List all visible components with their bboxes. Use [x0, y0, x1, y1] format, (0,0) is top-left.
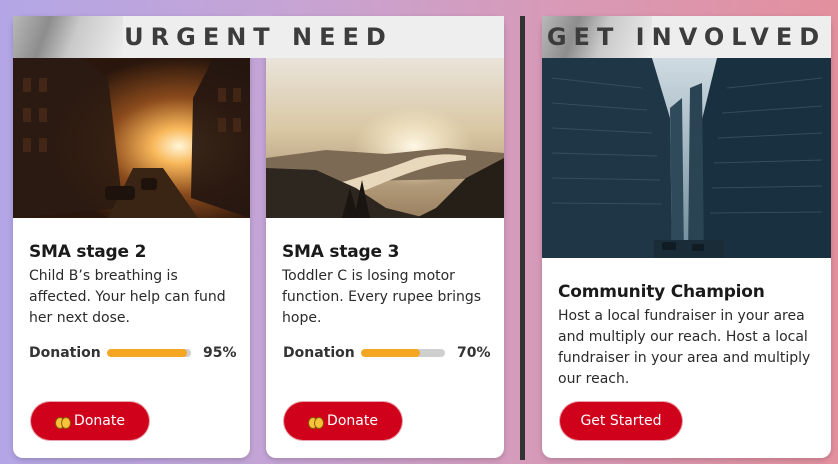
- donation-percent: 70%: [457, 345, 491, 361]
- donation-card-sma-stage-3: SMA stage 3 Toddler C is losing motor fu…: [266, 16, 504, 458]
- card-description: Host a local fundraiser in your area and…: [558, 308, 811, 387]
- section-title: GET INVOLVED: [546, 23, 827, 51]
- donate-button[interactable]: Donate: [31, 402, 149, 440]
- card-description: Child B’s breathing is affected. Your he…: [29, 268, 226, 326]
- coins-icon: [55, 415, 72, 429]
- card-title: Community Champion: [558, 282, 765, 302]
- donate-button-label: Donate: [327, 413, 378, 429]
- card-title: SMA stage 3: [282, 242, 400, 262]
- section-header-urgent-need: URGENT NEED: [13, 16, 504, 58]
- section-divider: [520, 16, 525, 460]
- donation-progress-fill: [361, 349, 420, 357]
- card-title: SMA stage 2: [29, 242, 147, 262]
- section-title: URGENT NEED: [124, 23, 393, 51]
- donation-progress-bar: [107, 349, 191, 357]
- donate-button-label: Donate: [74, 413, 125, 429]
- donation-progress-fill: [107, 349, 187, 357]
- donation-label: Donation: [29, 345, 101, 361]
- valley-sunrise-image: [266, 58, 504, 218]
- donation-label: Donation: [283, 345, 355, 361]
- skyscrapers-image: [542, 58, 831, 258]
- city-sunset-image: [13, 58, 250, 218]
- donation-card-sma-stage-2: SMA stage 2 Child B’s breathing is affec…: [13, 16, 250, 458]
- donation-progress-bar: [361, 349, 445, 357]
- get-started-button[interactable]: Get Started: [560, 402, 682, 440]
- card-description: Toddler C is losing motor function. Ever…: [282, 268, 482, 326]
- community-champion-card: Community Champion Host a local fundrais…: [542, 16, 831, 458]
- coins-icon: [308, 415, 325, 429]
- donation-percent: 95%: [203, 345, 237, 361]
- get-started-button-label: Get Started: [580, 413, 662, 429]
- section-header-get-involved: GET INVOLVED: [542, 16, 831, 58]
- donate-button[interactable]: Donate: [284, 402, 402, 440]
